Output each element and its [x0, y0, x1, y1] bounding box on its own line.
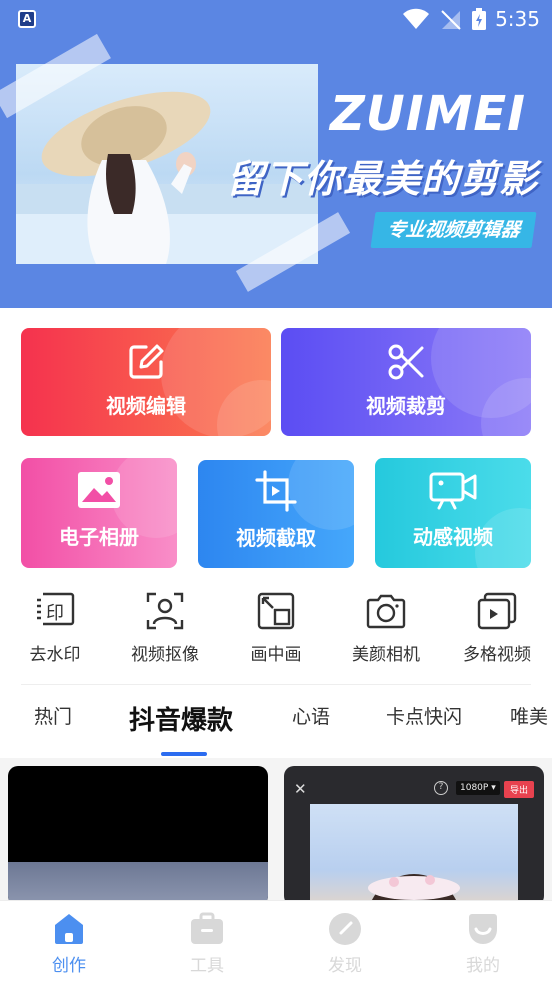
toolbox-icon [191, 912, 223, 944]
edit-icon [129, 344, 164, 379]
tool-remove-watermark[interactable]: 印 去水印 [0, 588, 110, 668]
banner-tagline: 专业视频剪辑器 [370, 212, 537, 248]
video-edit-card[interactable]: 视频编辑 [21, 328, 271, 436]
resolution-badge: 1080P ▾ [456, 781, 500, 795]
nav-profile[interactable]: 我的 [414, 911, 552, 976]
wifi-icon [403, 8, 429, 29]
video-crop-label: 视频截取 [236, 526, 316, 550]
crop-icon [255, 470, 297, 512]
battery-icon [472, 8, 486, 30]
tab-heart-words[interactable]: 心语 [292, 702, 330, 729]
nav-label: 发现 [328, 956, 362, 976]
photo-album-label: 电子相册 [59, 525, 139, 549]
nav-label: 我的 [466, 956, 500, 976]
nav-discover[interactable]: 发现 [276, 911, 414, 976]
video-edit-label: 视频编辑 [106, 394, 186, 418]
status-bar: A 5:35 [0, 0, 552, 38]
section-divider [21, 684, 531, 685]
template-card[interactable]: ✕ ? 1080P ▾ 导出 [284, 766, 544, 906]
tool-label: 视频抠像 [131, 645, 199, 665]
template-thumbnail [310, 804, 518, 906]
help-icon: ? [434, 781, 448, 795]
svg-text:印: 印 [46, 603, 64, 624]
tool-label: 多格视频 [463, 645, 531, 665]
motion-video-card[interactable]: 动感视频 [375, 458, 531, 568]
video-crop-card[interactable]: 视频截取 [198, 460, 354, 568]
nav-label: 工具 [190, 956, 224, 976]
video-cut-label: 视频裁剪 [366, 394, 446, 418]
tool-picture-in-picture[interactable]: 画中画 [221, 588, 331, 668]
tool-multi-grid-video[interactable]: 多格视频 [442, 588, 552, 668]
close-icon: ✕ [294, 780, 307, 798]
tool-beauty-camera[interactable]: 美颜相机 [331, 588, 441, 668]
tab-douyin-hits[interactable]: 抖音爆款 [129, 700, 233, 737]
tab-hot[interactable]: 热门 [34, 702, 72, 729]
home-icon [55, 914, 83, 944]
video-camera-icon [429, 472, 477, 510]
photo-album-icon [78, 472, 120, 508]
status-time: 5:35 [495, 7, 540, 31]
export-badge: 导出 [504, 781, 535, 798]
no-signal-icon [441, 10, 461, 30]
watermark-icon: 印 [37, 592, 75, 626]
tab-beat-flash[interactable]: 卡点快闪 [386, 702, 462, 729]
tab-indicator [161, 752, 207, 756]
nav-create[interactable]: 创作 [0, 911, 138, 976]
banner-slogan-en: ZUIMEI [329, 86, 526, 142]
nav-label: 创作 [52, 956, 86, 976]
header-banner: A 5:35 ZUIMEI 留下你最美的剪影 专业视频剪辑器 [0, 0, 552, 308]
bottom-navigation: 创作 工具 发现 我的 [0, 900, 552, 983]
photo-album-card[interactable]: 电子相册 [21, 458, 177, 568]
profile-icon [469, 914, 497, 944]
picture-in-picture-icon [257, 592, 295, 630]
tab-aesthetic[interactable]: 唯美 [510, 702, 548, 729]
template-card[interactable] [8, 766, 268, 906]
portrait-matting-icon [146, 592, 184, 630]
compass-icon [329, 913, 361, 945]
beauty-camera-icon [366, 594, 406, 629]
multi-grid-video-icon [477, 592, 517, 630]
nav-tools[interactable]: 工具 [138, 911, 276, 976]
tool-label: 去水印 [29, 645, 81, 665]
motion-video-label: 动感视频 [413, 525, 493, 549]
tool-label: 画中画 [250, 645, 302, 665]
banner-slogan-cn: 留下你最美的剪影 [225, 157, 538, 201]
app-notification-icon: A [18, 10, 36, 28]
tool-label: 美颜相机 [352, 645, 420, 665]
scissors-icon [388, 344, 424, 380]
video-cut-card[interactable]: 视频裁剪 [281, 328, 531, 436]
tool-portrait-matting[interactable]: 视频抠像 [110, 588, 220, 668]
